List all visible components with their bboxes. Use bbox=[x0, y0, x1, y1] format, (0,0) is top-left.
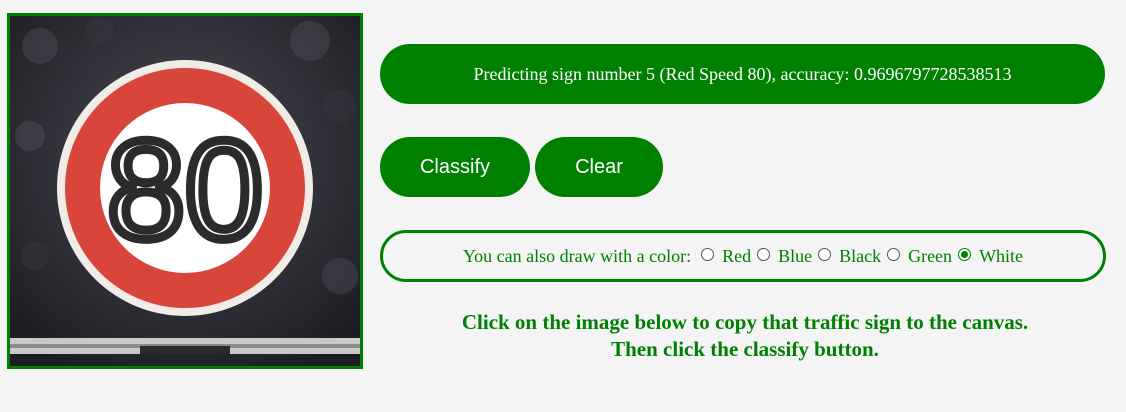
color-option-green[interactable]: Green bbox=[887, 246, 952, 267]
instructions-line-1: Click on the image below to copy that tr… bbox=[461, 310, 1029, 334]
prediction-status-text: Predicting sign number 5 (Red Speed 80),… bbox=[473, 63, 1012, 84]
color-option-label: Blue bbox=[778, 245, 813, 266]
sign-digits: 80 bbox=[107, 111, 263, 268]
color-option-label: White bbox=[979, 245, 1024, 266]
color-option-label: Green bbox=[908, 245, 953, 266]
color-picker: You can also draw with a color: Red Blue… bbox=[380, 230, 1106, 282]
instructions: Click on the image below to copy that tr… bbox=[380, 309, 1110, 363]
color-option-label: Red bbox=[722, 245, 752, 266]
radio-button[interactable] bbox=[701, 247, 715, 261]
radio-button[interactable] bbox=[818, 247, 832, 261]
prediction-status: Predicting sign number 5 (Red Speed 80),… bbox=[380, 44, 1105, 104]
color-picker-prompt: You can also draw with a color: bbox=[462, 245, 692, 266]
drawing-canvas[interactable]: 80 bbox=[7, 13, 363, 369]
color-option-red[interactable]: Red bbox=[701, 246, 751, 267]
classify-button[interactable]: Classify bbox=[380, 137, 530, 197]
color-option-white[interactable]: White bbox=[958, 246, 1023, 267]
radio-button[interactable] bbox=[887, 247, 901, 261]
color-option-label: Black bbox=[839, 245, 882, 266]
speed-limit-sign-image: 80 bbox=[10, 16, 360, 366]
color-option-black[interactable]: Black bbox=[818, 246, 881, 267]
clear-button[interactable]: Clear bbox=[535, 137, 663, 197]
instructions-line-2: Then click the classify button. bbox=[611, 337, 879, 361]
color-option-blue[interactable]: Blue bbox=[757, 246, 812, 267]
radio-button[interactable] bbox=[757, 247, 771, 261]
radio-button-selected[interactable] bbox=[958, 247, 972, 261]
